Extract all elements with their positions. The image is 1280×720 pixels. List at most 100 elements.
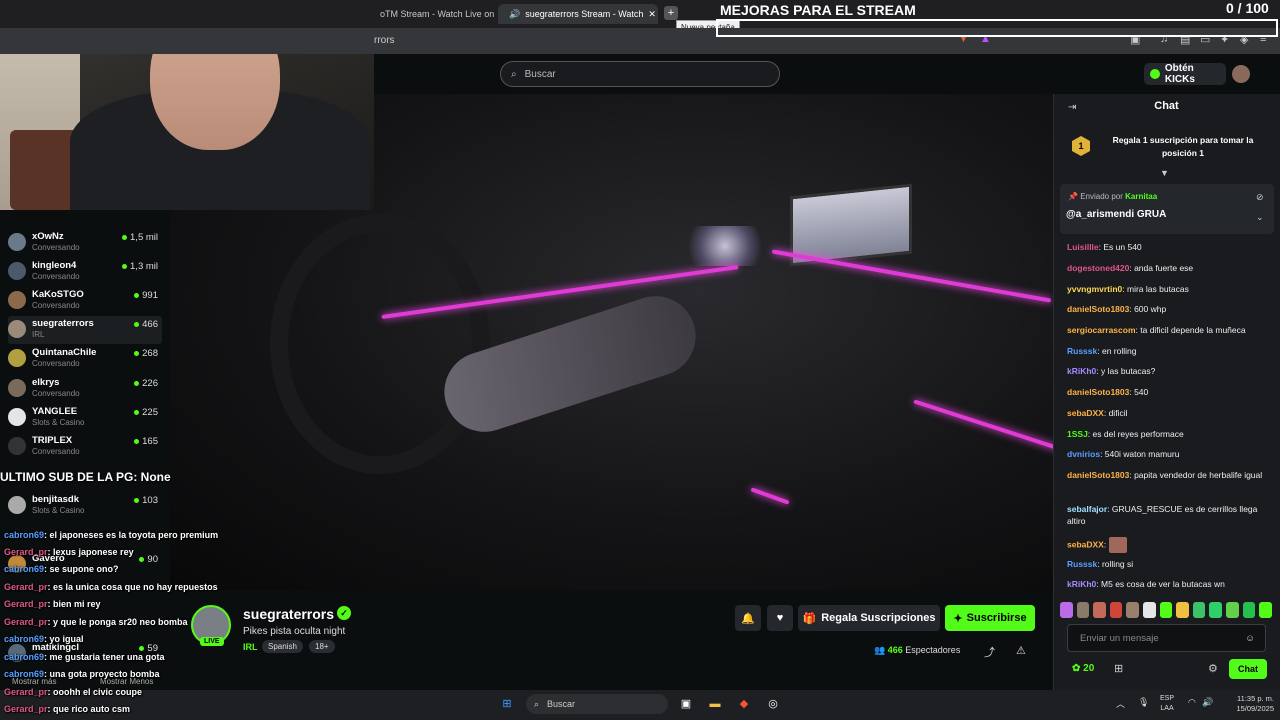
clock[interactable]: 11:35 p. m. 15/09/2025 [1222,694,1274,714]
chat-username[interactable]: danielSoto1803 [1067,304,1129,314]
chat-username[interactable]: danielSoto1803 [1067,470,1129,480]
chat-username[interactable]: sergiocarrascom [1067,325,1136,335]
chat-message[interactable]: kRiKh0: M5 es cosa de ver la butacas wn [1067,578,1267,590]
chat-username[interactable]: 1SSJ [1067,429,1088,439]
file-explorer-icon[interactable]: ▬ [706,695,724,713]
chat-message[interactable]: Russsk: rolling si [1067,558,1267,570]
follow-heart-icon[interactable]: ♥ [767,605,793,631]
chat-message[interactable]: 1SSJ: es del reyes performace [1067,428,1267,440]
chat-username[interactable]: sebaDXX [1067,539,1104,549]
chat-username[interactable]: kRiKh0 [1067,579,1096,589]
sidebar-channel[interactable]: YANGLEE Slots & Casino 225 [8,404,162,432]
emote-icon[interactable] [1159,602,1173,618]
chat-username[interactable]: dvnirios [1067,449,1100,459]
emote-icon[interactable] [1093,602,1106,618]
leaderboard-toggle-icon[interactable]: ▼ [1160,168,1169,178]
sidebar-channel[interactable]: QuintanaChile Conversando 268 [8,345,162,373]
chat-message[interactable]: danielSoto1803: 600 whp [1067,303,1267,315]
store-icon[interactable]: ⊞ [1114,662,1123,675]
volume-icon[interactable]: 🔊 [1202,697,1213,708]
get-kicks-button[interactable]: Obtén KICKs [1144,63,1226,85]
sidebar-channel[interactable]: kingleon4 Conversando 1,3 mil [8,258,162,286]
report-icon[interactable]: ⚠ [1016,644,1026,657]
wifi-icon[interactable]: ◠ [1188,697,1196,708]
chat-message[interactable]: kRiKh0: y las butacas? [1067,365,1267,377]
chat-message[interactable]: sebaDXX: [1067,537,1267,553]
obs-icon[interactable]: ◎ [764,695,782,713]
emote-icon[interactable] [1209,602,1223,618]
chat-input[interactable]: Enviar un mensaje ☺ [1067,624,1266,652]
tray-chevron-up-icon[interactable]: ︿ [1116,697,1125,710]
emote-icon[interactable] [1192,602,1206,618]
task-view-icon[interactable]: ▣ [677,695,695,713]
chat-username[interactable]: Luisillle [1067,242,1099,252]
emoji-picker-icon[interactable]: ☺ [1245,633,1255,644]
stream-category[interactable]: IRL [243,642,258,652]
notifications-bell-icon[interactable]: 🔔 [735,605,761,631]
channel-points[interactable]: ✿ 20 [1072,663,1094,674]
chat-message[interactable]: sebaDXX: dificil [1067,407,1267,419]
chat-username[interactable]: sebalfajor [1067,504,1107,514]
chat-message[interactable]: Russsk: en rolling [1067,345,1267,357]
brave-browser-icon[interactable]: ◆ [735,695,753,713]
chevron-down-icon[interactable]: ⌄ [1256,212,1264,223]
browser-tab[interactable]: oTM Stream - Watch Live on Ki [374,4,494,24]
windows-start-icon[interactable]: ⊞ [498,695,516,713]
chat-username[interactable]: yvvngmvrtin0 [1067,284,1122,294]
gift-subs-button[interactable]: 🎁 Regala Suscripciones [798,605,940,631]
chat-username[interactable]: kRiKh0 [1067,366,1096,376]
viewer-number: 1,5 mil [130,232,158,243]
chat-username[interactable]: Russsk [1067,559,1097,569]
chat-text: : ta dificil depende la muñeca [1135,325,1246,335]
language-indicator[interactable]: ESP LAA [1160,694,1174,714]
emote-icon[interactable] [1226,602,1239,618]
search-input[interactable]: ⌕ Buscar [500,61,780,87]
chat-message[interactable]: sebalfajor: GRUAS_RESCUE es de cerrillos… [1067,503,1267,527]
emote-icon[interactable] [1242,602,1256,618]
subscribe-button[interactable]: ✦ Suscribirse [945,605,1035,631]
sidebar-channel[interactable]: suegraterrors IRL 466 [8,316,162,344]
tag-language[interactable]: Spanish [262,640,303,653]
channel-viewers: 1,5 mil [122,232,158,243]
emote-icon[interactable] [1126,602,1140,618]
emote-icon[interactable] [1176,602,1189,618]
sidebar-channel[interactable]: elkrys Conversando 226 [8,375,162,403]
sidebar-channel[interactable]: KaKoSTGO Conversando 991 [8,287,162,315]
emote-icon[interactable] [1060,602,1073,618]
sidebar-channel[interactable]: xOwNz Conversando 1,5 mil [8,229,162,257]
lang-line1: ESP [1160,695,1175,702]
chat-message[interactable]: danielSoto1803: 540 [1067,386,1267,398]
chat-username[interactable]: Russsk [1067,346,1097,356]
chat-message[interactable]: Luisillle: Es un 540 [1067,241,1267,253]
channel-name: TRIPLEX [32,435,73,446]
browser-tab-active[interactable]: 🔊 suegraterrors Stream - Watch ✕ [498,4,658,24]
chat-message[interactable]: dvnirios: 540i waton mamuru [1067,448,1267,460]
kicks-label: Obtén KICKs [1164,63,1195,85]
chat-username[interactable]: sebaDXX [1067,408,1104,418]
tag-mature[interactable]: 18+ [309,640,335,653]
chat-message[interactable]: yvvngmvrtin0: mira las butacas [1067,283,1267,295]
streamer-name[interactable]: suegraterrors [243,606,334,622]
chat-username[interactable]: dogestoned420 [1067,263,1129,273]
close-tab-icon[interactable]: ✕ [648,9,656,20]
chat-message[interactable]: dogestoned420: anda fuerte ese [1067,262,1267,274]
settings-gear-icon[interactable]: ⚙ [1208,662,1218,675]
user-avatar[interactable] [1232,65,1250,83]
taskbar-search[interactable]: ⌕ Buscar [526,694,668,714]
chat-send-button[interactable]: Chat [1229,659,1267,679]
emote-icon[interactable] [1109,602,1123,618]
chat-message[interactable]: sergiocarrascom: ta dificil depende la m… [1067,324,1267,336]
tab-label: oTM Stream - Watch Live on Ki [380,9,494,19]
sidebar-channel[interactable]: TRIPLEX Conversando 165 [8,433,162,461]
share-icon[interactable]: ⤴ [984,644,995,660]
chat-message[interactable]: danielSoto1803: papita vendedor de herba… [1067,469,1267,481]
microphone-icon[interactable]: 🎙 [1138,697,1149,708]
chat-username[interactable]: danielSoto1803 [1067,387,1129,397]
channel-category: IRL [32,330,45,339]
emote-icon[interactable] [1259,602,1272,618]
emote-icon[interactable] [1076,602,1090,618]
new-tab-button[interactable]: + [664,6,678,20]
unpin-icon[interactable]: ⊘ [1256,192,1264,203]
pinned-by-user[interactable]: Karnitaa [1125,192,1157,201]
emote-icon[interactable] [1143,602,1156,618]
